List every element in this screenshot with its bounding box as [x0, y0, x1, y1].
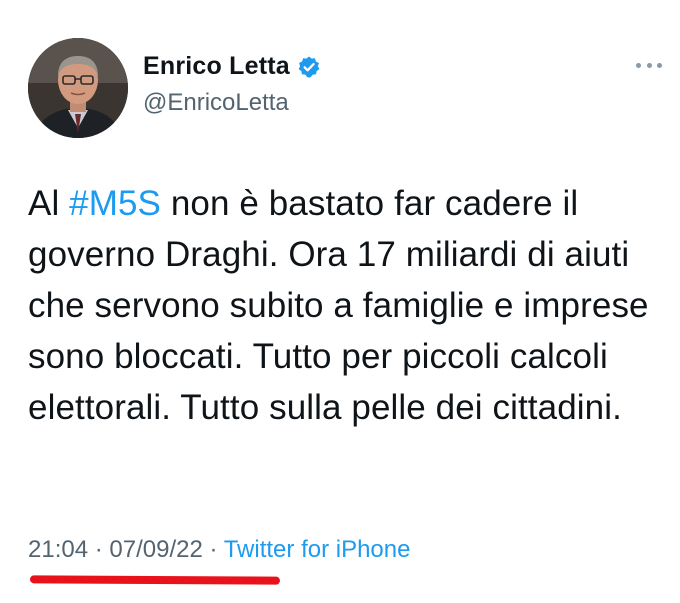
- meta-separator: ·: [88, 536, 110, 563]
- author-display-name[interactable]: Enrico Letta: [143, 52, 290, 81]
- red-underline-annotation: [29, 575, 281, 585]
- dot: [646, 62, 652, 68]
- tweet-text: Al #M5S non è bastato far cadere il gove…: [28, 178, 668, 433]
- author-handle[interactable]: @EnricoLetta: [143, 89, 289, 117]
- tweet-source-link[interactable]: Twitter for iPhone: [224, 536, 411, 563]
- meta-separator: ·: [202, 536, 224, 563]
- tweet-card: Enrico Letta @EnricoLetta Al #M5S non è …: [0, 0, 680, 603]
- author-name-row[interactable]: Enrico Letta: [143, 52, 321, 81]
- dot: [636, 62, 641, 68]
- tweet-text-before: Al: [28, 184, 70, 223]
- tweet-meta: 21:04 · 07/09/22 · Twitter for iPhone: [28, 536, 410, 564]
- tweet-date[interactable]: 07/09/22: [109, 536, 202, 563]
- dot: [657, 62, 662, 68]
- more-dots-icon[interactable]: [636, 60, 662, 70]
- tweet-time[interactable]: 21:04: [28, 536, 88, 563]
- hashtag-link[interactable]: #M5S: [69, 184, 161, 223]
- avatar[interactable]: [28, 38, 128, 138]
- profile-photo-icon: [28, 38, 128, 138]
- verified-badge-icon: [297, 55, 321, 79]
